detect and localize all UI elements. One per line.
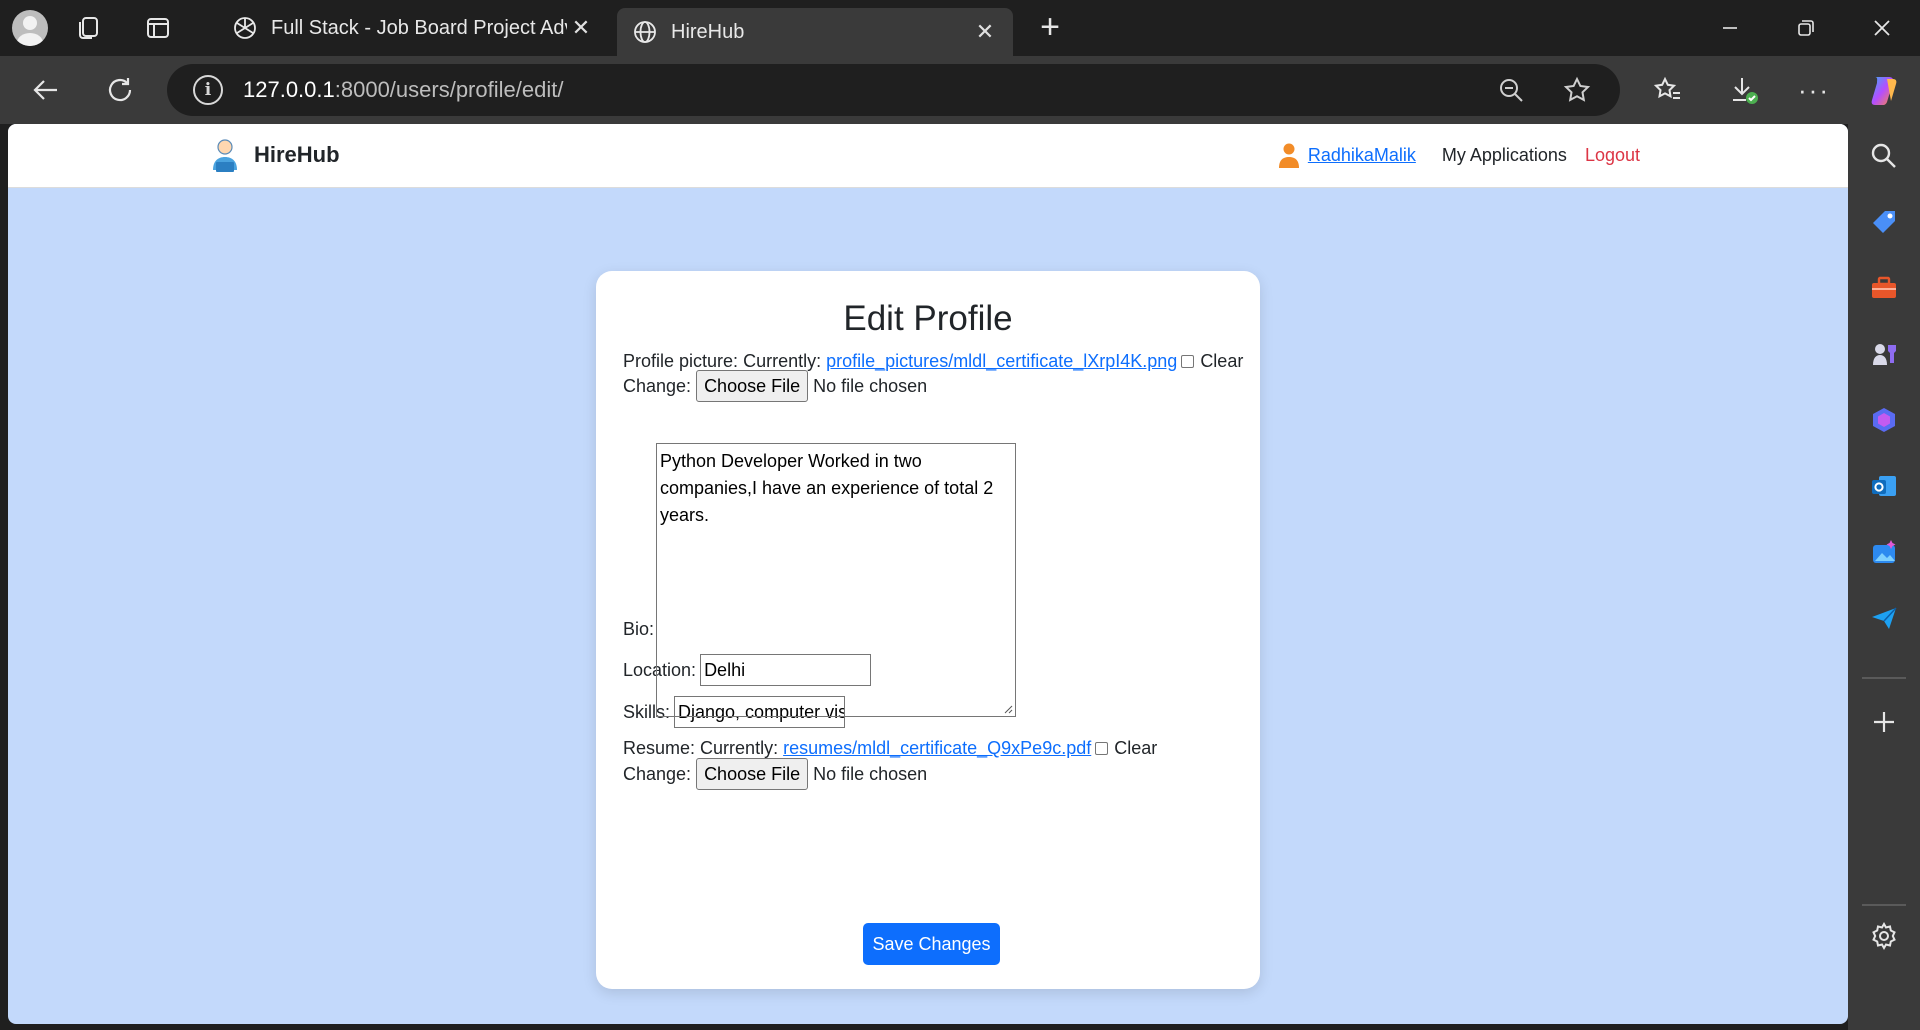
settings-gear-icon[interactable] bbox=[1864, 916, 1904, 956]
refresh-button[interactable] bbox=[98, 68, 142, 112]
nav-my-applications-link[interactable]: My Applications bbox=[1442, 145, 1567, 166]
profile-picture-change-row: Change: Choose File No file chosen bbox=[623, 369, 927, 403]
openai-icon bbox=[231, 14, 259, 42]
bio-textarea[interactable]: Python Developer Worked in two companies… bbox=[656, 443, 1016, 717]
tab-title: Full Stack - Job Board Project Adv bbox=[271, 16, 567, 39]
page-title: Edit Profile bbox=[843, 299, 1013, 338]
image-creator-icon[interactable] bbox=[1864, 532, 1904, 572]
restore-icon[interactable] bbox=[1768, 0, 1844, 56]
edge-sidebar bbox=[1848, 124, 1920, 1030]
site-navbar: HireHub RadhikaMalik My Applications Log… bbox=[8, 124, 1848, 188]
bio-label: Bio: bbox=[623, 619, 655, 639]
resume-choose-file-button[interactable]: Choose File bbox=[696, 758, 809, 790]
tab-title: HireHub bbox=[671, 20, 745, 43]
nav-logout-link[interactable]: Logout bbox=[1585, 145, 1640, 166]
resize-grip-icon[interactable] bbox=[1003, 704, 1013, 714]
workspaces-icon[interactable] bbox=[66, 6, 110, 50]
toolbox-icon[interactable] bbox=[1864, 268, 1904, 308]
sidebar-divider bbox=[1862, 677, 1906, 679]
favorites-icon[interactable] bbox=[1646, 68, 1690, 112]
bio-text: Python Developer Worked in two companies… bbox=[660, 451, 994, 525]
brand-name: HireHub bbox=[254, 142, 340, 167]
no-file-chosen-text: No file chosen bbox=[813, 763, 928, 784]
favorite-star-icon[interactable] bbox=[1561, 74, 1593, 106]
job-seeker-logo-icon bbox=[210, 138, 240, 172]
page-viewport: HireHub RadhikaMalik My Applications Log… bbox=[8, 124, 1848, 1024]
copilot-icon[interactable] bbox=[1862, 68, 1906, 112]
currently-label: Currently: bbox=[700, 738, 779, 758]
resume-row: Resume: Currently: resumes/mldl_certific… bbox=[623, 738, 1157, 759]
url-bar[interactable]: i 127.0.0.1:8000/users/profile/edit/ bbox=[167, 64, 1620, 116]
profile-picture-clear-checkbox[interactable] bbox=[1181, 355, 1195, 368]
add-icon[interactable] bbox=[1864, 702, 1904, 742]
clear-label: Clear bbox=[1200, 351, 1244, 371]
no-file-chosen-text: No file chosen bbox=[813, 375, 928, 396]
user-avatar-icon bbox=[1278, 142, 1300, 168]
microsoft365-icon[interactable] bbox=[1864, 400, 1904, 440]
send-icon[interactable] bbox=[1864, 598, 1904, 638]
clear-label: Clear bbox=[1114, 738, 1158, 758]
close-tab-icon[interactable]: ✕ bbox=[567, 15, 595, 41]
more-options-icon[interactable]: ··· bbox=[1792, 68, 1836, 112]
site-info-icon[interactable]: i bbox=[193, 75, 223, 105]
save-changes-button[interactable]: Save Changes bbox=[863, 923, 1000, 965]
games-icon[interactable] bbox=[1864, 334, 1904, 374]
address-bar-row: i 127.0.0.1:8000/users/profile/edit/ ··· bbox=[0, 56, 1920, 124]
resume-change-row: Change: Choose File No file chosen bbox=[623, 757, 927, 791]
close-window-icon[interactable] bbox=[1844, 0, 1920, 56]
close-tab-icon[interactable]: ✕ bbox=[971, 19, 999, 45]
outlook-icon[interactable] bbox=[1864, 466, 1904, 506]
url-text[interactable]: 127.0.0.1:8000/users/profile/edit/ bbox=[243, 77, 563, 103]
downloads-icon[interactable] bbox=[1722, 68, 1766, 112]
tab-actions-icon[interactable] bbox=[136, 6, 180, 50]
back-button[interactable] bbox=[24, 68, 68, 112]
resume-label: Resume: bbox=[623, 738, 696, 758]
change-label: Change: bbox=[623, 375, 692, 396]
shopping-tag-icon[interactable] bbox=[1864, 202, 1904, 242]
navbar-right: RadhikaMalik My Applications Logout bbox=[1278, 142, 1640, 168]
current-resume-link[interactable]: resumes/mldl_certificate_Q9xPe9c.pdf bbox=[783, 738, 1091, 759]
resume-clear-checkbox[interactable] bbox=[1095, 742, 1109, 755]
minimize-icon[interactable] bbox=[1692, 0, 1768, 56]
search-icon[interactable] bbox=[1864, 136, 1904, 176]
tab-job-board[interactable]: Full Stack - Job Board Project Adv ✕ bbox=[217, 8, 609, 48]
change-label: Change: bbox=[623, 763, 692, 784]
sidebar-divider bbox=[1862, 904, 1906, 906]
brand-link[interactable]: HireHub bbox=[210, 138, 340, 172]
tab-hirehub[interactable]: HireHub ✕ bbox=[617, 8, 1013, 56]
new-tab-button[interactable]: + bbox=[1030, 10, 1070, 46]
globe-icon bbox=[631, 18, 659, 46]
nav-username-link[interactable]: RadhikaMalik bbox=[1308, 145, 1416, 166]
zoom-out-icon[interactable] bbox=[1495, 74, 1527, 106]
profile-avatar-icon[interactable] bbox=[8, 6, 52, 50]
profile-picture-choose-file-button[interactable]: Choose File bbox=[696, 370, 809, 402]
bio-label-row: Bio: bbox=[623, 619, 654, 640]
